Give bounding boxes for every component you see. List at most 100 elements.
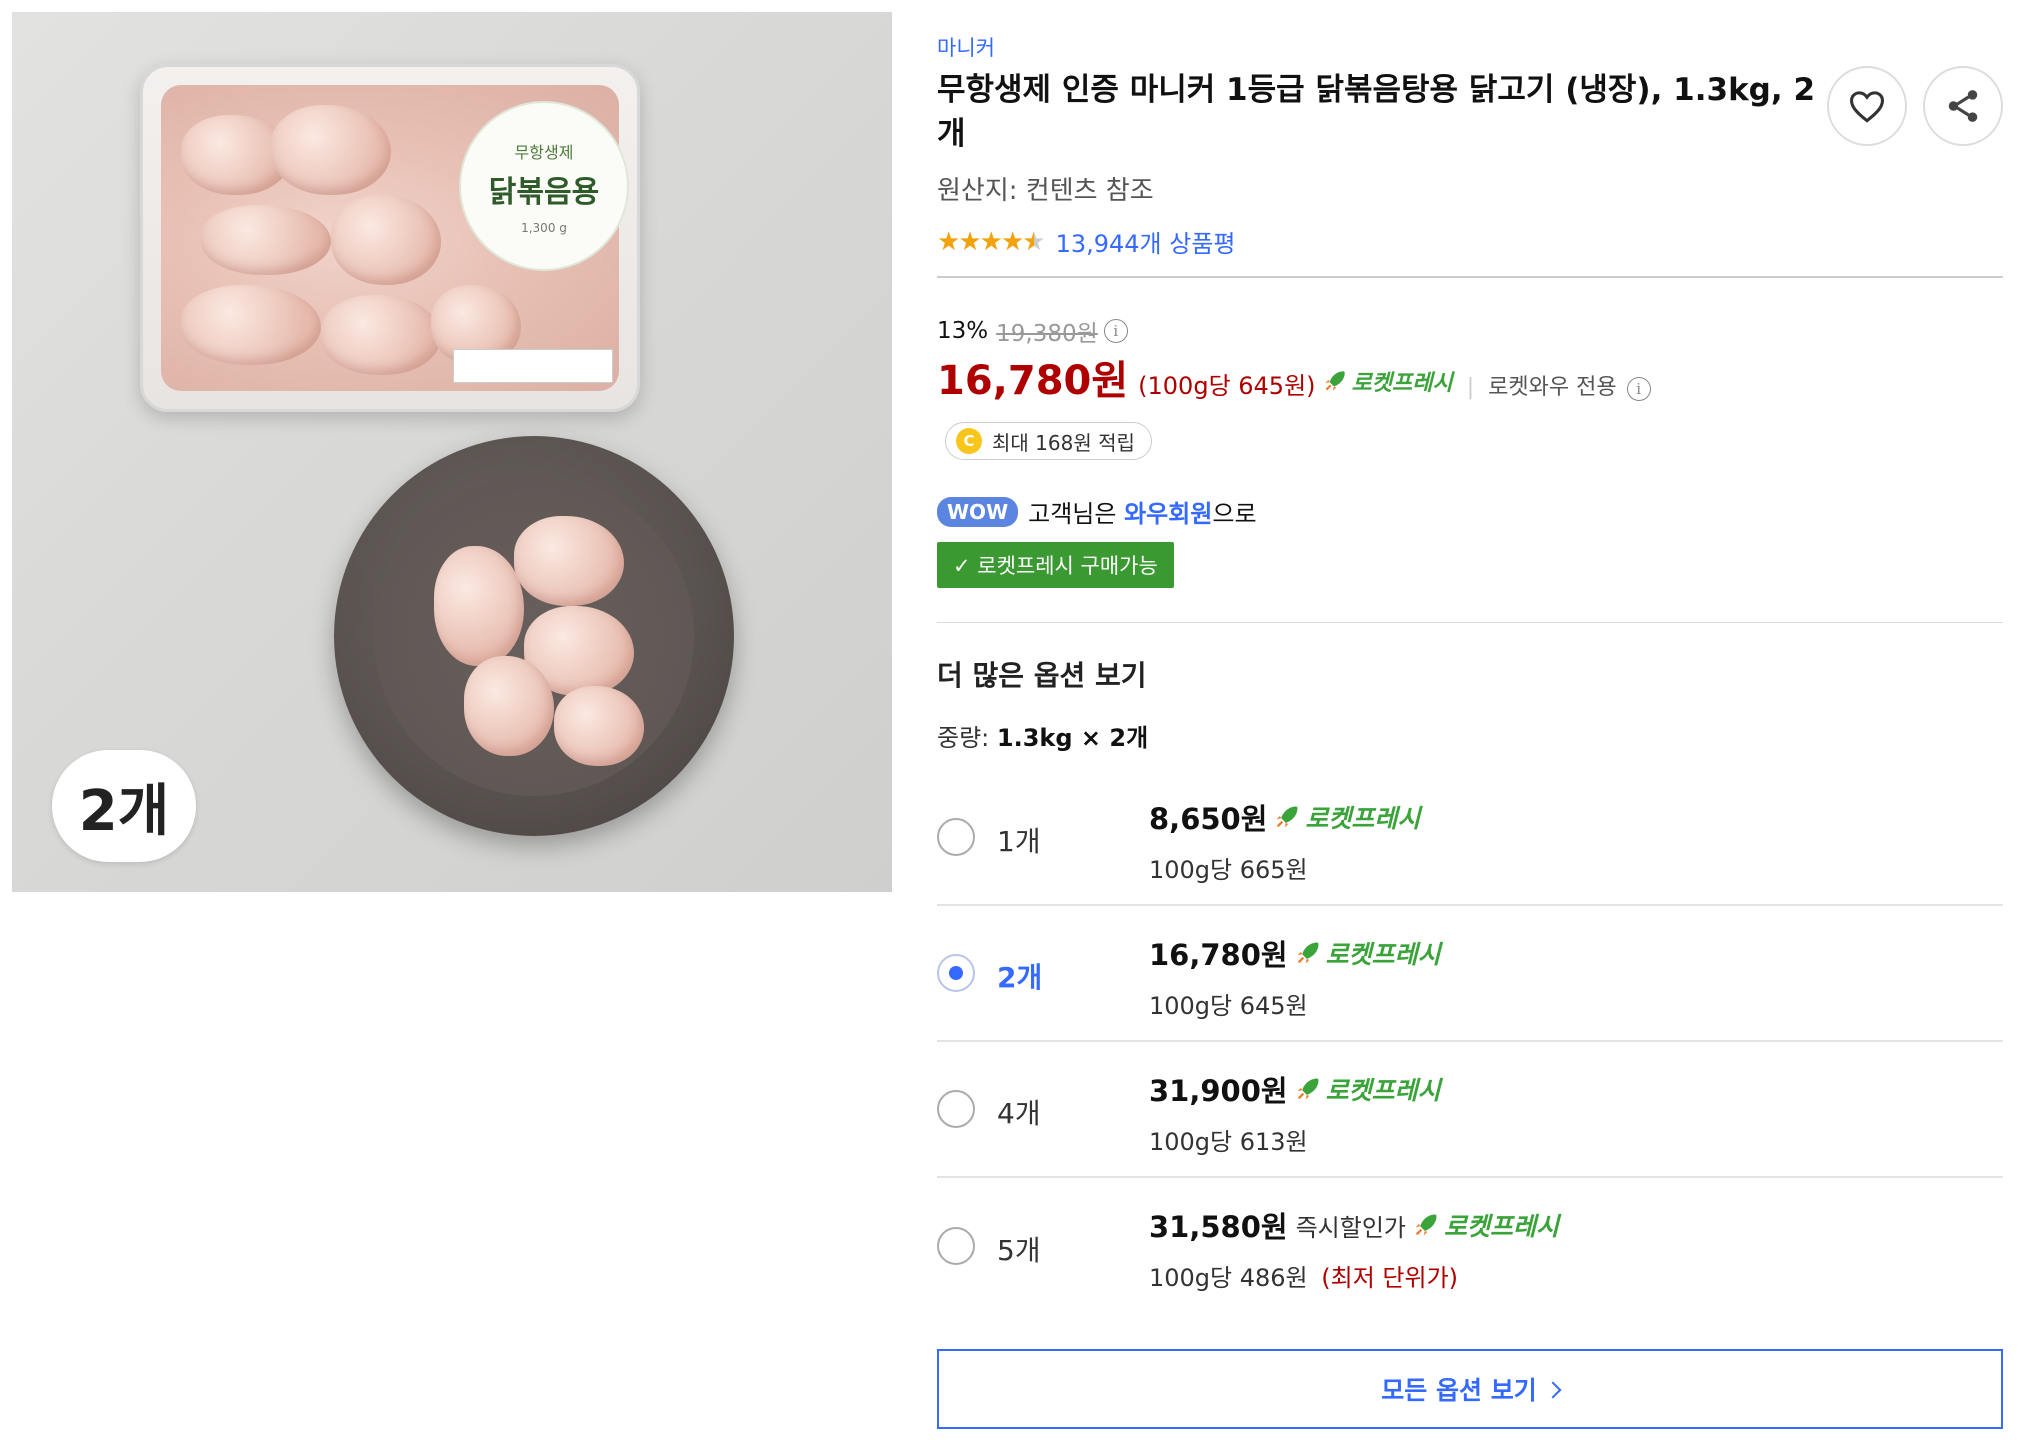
option-row-4[interactable]: 4개 31,900원 로켓프레시 100g당 613원 (937, 1042, 2003, 1178)
option-price-row: 31,900원 로켓프레시 (1149, 1068, 1441, 1110)
rocket-fresh-label: 로켓프레시 (1444, 1212, 1560, 1241)
option-count: 1개 (997, 825, 1041, 858)
rating-row: ★★★★★ 13,944개 상품평 (937, 224, 1236, 259)
info-icon[interactable]: i (1626, 377, 1651, 401)
coin-icon: C (956, 428, 982, 454)
brand-link[interactable]: 마니커 (937, 32, 995, 62)
option-price-row: 31,580원 즉시할인가 로켓프레시 (1149, 1204, 1559, 1246)
count-badge: 2개 (52, 750, 196, 862)
rocket-icon (1324, 371, 1345, 391)
star-icon: ★ (979, 226, 1003, 257)
option-price-row: 8,650원 로켓프레시 (1149, 796, 1420, 838)
option-row-1[interactable]: 1개 8,650원 로켓프레시 100g당 665원 (937, 770, 2003, 906)
package-sticker (453, 349, 613, 383)
divider (937, 276, 2003, 278)
rocket-fresh-label: 로켓프레시 (1325, 940, 1441, 969)
review-count-link[interactable]: 13,944개 상품평 (1056, 224, 1236, 259)
chicken-package-tray: 무항생제 닭볶음용 1,300 g (140, 64, 640, 412)
more-options-title: 더 많은 옵션 보기 (937, 659, 1147, 692)
option-radio-selected[interactable] (937, 954, 975, 992)
chevron-right-icon (1544, 1381, 1562, 1399)
option-price: 16,780원 (1149, 938, 1288, 972)
weight-value: 1.3kg × 2개 (996, 724, 1149, 752)
wow-text-before: 고객님은 (1028, 500, 1125, 528)
option-count: 5개 (997, 1234, 1041, 1267)
rocket-wow-only: 로켓와우 전용 (1488, 375, 1617, 400)
package-label: 무항생제 닭볶음용 1,300 g (459, 101, 629, 271)
option-row-2[interactable]: 2개 16,780원 로켓프레시 100g당 645원 (937, 906, 2003, 1042)
rocket-icon (1297, 1078, 1319, 1100)
option-price: 8,650원 (1149, 802, 1268, 836)
product-image[interactable]: 무항생제 닭볶음용 1,300 g 2개 (12, 12, 892, 892)
weight-line: 중량: 1.3kg × 2개 (937, 718, 1148, 753)
half-star-icon: ★ (1022, 226, 1045, 257)
option-price: 31,580원 (1149, 1210, 1288, 1244)
option-unit-text: 100g당 645원 (1149, 992, 1308, 1020)
price-row: 16,780원 (100g당 645원) 로켓프레시 | 로켓와우 전용 i (937, 348, 1651, 406)
package-label-top: 무항생제 (514, 143, 574, 162)
discount-row: 13% 19,380원 i (937, 314, 1128, 348)
option-unit-price: 100g당 613원 (1149, 1122, 1308, 1157)
option-count: 2개 (997, 961, 1043, 994)
wow-badge: WOW (937, 496, 1019, 527)
package-label-main: 닭볶음용 (488, 175, 600, 210)
wow-member-line: WOW 고객님은 와우회원 으로 (937, 494, 1257, 529)
option-radio[interactable] (937, 1227, 975, 1265)
chicken-piece (434, 546, 524, 666)
rocket-fresh-badge: 로켓프레시 (1294, 1071, 1441, 1107)
option-radio[interactable] (937, 818, 975, 856)
share-button[interactable] (1923, 66, 2003, 146)
reward-text: 최대 168원 적립 (992, 430, 1135, 455)
option-price: 31,900원 (1149, 1074, 1288, 1108)
all-options-label: 모든 옵션 보기 (1381, 1376, 1537, 1405)
option-count: 4개 (997, 1097, 1041, 1130)
rocket-fresh-badge: 로켓프레시 (1412, 1207, 1559, 1243)
star-icon: ★ (958, 226, 981, 257)
rocket-fresh-available-badge: ✓ 로켓프레시 구매가능 (937, 542, 1174, 588)
rocket-fresh-label: 로켓프레시 (1351, 371, 1453, 396)
chicken-piece (514, 516, 624, 606)
all-options-button[interactable]: 모든 옵션 보기 (937, 1349, 2003, 1429)
unit-price: (100g당 645원) (1138, 372, 1316, 400)
rocket-fresh-badge: 로켓프레시 (1294, 935, 1441, 971)
chicken-piece (554, 686, 644, 766)
star-icon: ★ (1000, 226, 1024, 257)
rocket-fresh-label: 로켓프레시 (1305, 804, 1421, 833)
info-icon[interactable]: i (1103, 319, 1128, 343)
origin-text: 원산지: 컨텐츠 참조 (937, 176, 1154, 206)
option-unit-text: 100g당 486원 (1149, 1264, 1308, 1292)
original-price: 19,380원 (996, 321, 1098, 347)
weight-label: 중량: (937, 724, 990, 752)
star-rating: ★★★★★ (937, 226, 1046, 257)
package-weight: 1,300 g (521, 221, 567, 235)
option-unit-price: 100g당 645원 (1149, 986, 1308, 1021)
bowl (334, 436, 734, 836)
wow-text-after: 으로 (1212, 500, 1257, 528)
star-icon: ★ (937, 226, 960, 257)
option-unit-text: 100g당 665원 (1149, 856, 1308, 884)
option-row-5[interactable]: 5개 31,580원 즉시할인가 로켓프레시 100g당 486원 (최저 단위… (937, 1178, 2003, 1314)
chicken-piece (181, 285, 321, 365)
lowest-unit-price-note: (최저 단위가) (1321, 1264, 1459, 1292)
sale-price: 16,780원 (937, 358, 1129, 404)
bowl-inner (374, 476, 694, 796)
option-radio[interactable] (937, 1090, 975, 1128)
rocket-fresh-badge: 로켓프레시 (1273, 799, 1420, 835)
rocket-fresh-label: 로켓프레시 (1325, 1076, 1441, 1105)
wow-member-link[interactable]: 와우회원 (1124, 494, 1212, 529)
option-unit-price: 100g당 486원 (최저 단위가) (1149, 1258, 1458, 1293)
chicken-piece (321, 295, 441, 375)
heart-icon (1849, 91, 1885, 123)
share-icon (1948, 90, 1978, 122)
chicken-piece (331, 195, 441, 285)
option-unit-text: 100g당 613원 (1149, 1128, 1308, 1156)
chicken-piece (271, 105, 391, 195)
separator: | (1466, 375, 1475, 400)
option-unit-price: 100g당 665원 (1149, 850, 1308, 885)
wishlist-button[interactable] (1827, 66, 1907, 146)
chicken-piece (201, 205, 331, 275)
option-price-row: 16,780원 로켓프레시 (1149, 932, 1441, 974)
rocket-icon (1276, 806, 1298, 828)
rocket-icon (1297, 942, 1319, 964)
instant-discount-tag: 즉시할인가 (1295, 1213, 1406, 1242)
